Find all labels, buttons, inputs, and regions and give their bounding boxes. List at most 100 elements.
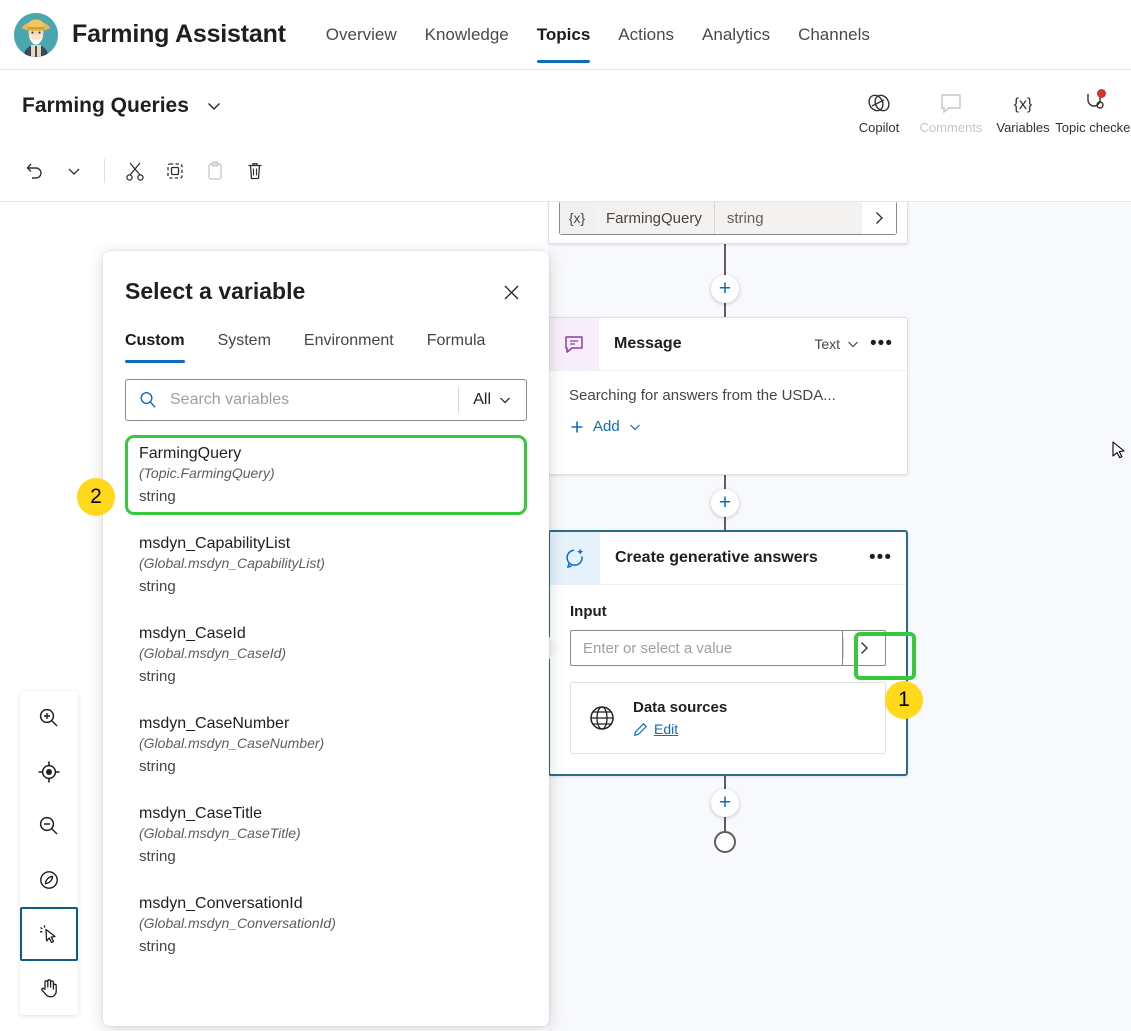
copilot-button[interactable]: Copilot (843, 89, 915, 135)
nav-item-topics[interactable]: Topics (523, 0, 605, 70)
nav-item-actions[interactable]: Actions (604, 0, 688, 70)
variable-type: string (139, 668, 513, 685)
reset-zoom-button[interactable] (20, 853, 78, 907)
variable-type: string (139, 938, 513, 955)
copilot-icon (866, 89, 892, 115)
variables-button[interactable]: {x} Variables (987, 89, 1059, 135)
topic-checker-label: Topic checker (1055, 120, 1131, 135)
data-sources-text: Data sources Edit (633, 699, 727, 737)
message-node[interactable]: Message Text ••• Searching for answers f… (548, 317, 908, 475)
trigger-node[interactable]: {x} FarmingQuery string (548, 202, 908, 244)
data-sources-edit-link[interactable]: Edit (633, 721, 727, 737)
variable-token-icon: {x} (560, 202, 594, 234)
panel-title: Select a variable (125, 278, 305, 305)
canvas-zoom-toolbar (20, 691, 78, 1015)
variable-name: msdyn_CaseId (139, 625, 513, 643)
variable-name: FarmingQuery (139, 445, 513, 463)
pan-tool-button[interactable] (20, 961, 78, 1015)
variable-path: (Topic.FarmingQuery) (139, 465, 513, 481)
main-nav: Overview Knowledge Topics Actions Analyt… (312, 0, 884, 70)
end-circle-icon (714, 831, 736, 853)
variable-item-casenumber[interactable]: msdyn_CaseNumber (Global.msdyn_CaseNumbe… (125, 705, 527, 785)
input-label: Input (570, 603, 886, 620)
chip-spacer (778, 202, 862, 234)
comments-button[interactable]: Comments (915, 89, 987, 135)
trigger-variable-chip[interactable]: {x} FarmingQuery string (559, 202, 897, 235)
fit-to-view-button[interactable] (20, 745, 78, 799)
data-sources-card[interactable]: Data sources Edit (570, 682, 886, 754)
generative-node-header-actions: ••• (869, 553, 906, 563)
copilot-label: Copilot (859, 120, 899, 135)
svg-text:{x}: {x} (1014, 96, 1033, 113)
tab-formula[interactable]: Formula (427, 332, 504, 363)
variable-item-casetitle[interactable]: msdyn_CaseTitle (Global.msdyn_CaseTitle)… (125, 795, 527, 875)
nav-item-knowledge[interactable]: Knowledge (411, 0, 523, 70)
message-add-button[interactable]: Add (569, 418, 887, 435)
add-node-button-2[interactable]: + (711, 489, 739, 517)
cut-button[interactable] (115, 151, 155, 191)
undo-dropdown-button[interactable] (54, 151, 94, 191)
topic-checker-icon (1082, 89, 1108, 115)
search-variables-container: All (125, 379, 527, 421)
variable-item-capabilitylist[interactable]: msdyn_CapabilityList (Global.msdyn_Capab… (125, 525, 527, 605)
message-text[interactable]: Searching for answers from the USDA... (569, 387, 887, 404)
close-icon[interactable] (497, 278, 525, 306)
variable-type: string (139, 488, 513, 505)
topic-checker-button[interactable]: Topic checker (1059, 89, 1131, 135)
zoom-out-button[interactable] (20, 799, 78, 853)
topic-dropdown-chevron-down-icon[interactable] (201, 93, 227, 119)
variable-item-conversationid[interactable]: msdyn_ConversationId (Global.msdyn_Conve… (125, 885, 527, 965)
variable-type: string (139, 848, 513, 865)
message-format-label: Text (814, 336, 840, 352)
input-value-field[interactable]: Enter or select a value (570, 630, 842, 666)
message-bubble-icon (549, 318, 599, 371)
create-generative-answers-node[interactable]: Create generative answers ••• Input Ente… (548, 530, 908, 776)
copy-button[interactable] (155, 151, 195, 191)
page-title: Farming Queries (22, 94, 189, 118)
generative-node-title: Create generative answers (615, 549, 818, 567)
app-header: Farming Assistant Overview Knowledge Top… (0, 0, 1131, 70)
nav-item-overview[interactable]: Overview (312, 0, 411, 70)
add-node-button-3[interactable]: + (711, 789, 739, 817)
delete-button[interactable] (235, 151, 275, 191)
filter-label: All (473, 391, 491, 409)
globe-icon (587, 703, 617, 733)
variable-path: (Global.msdyn_CaseNumber) (139, 735, 513, 751)
variable-name: msdyn_CaseTitle (139, 805, 513, 823)
search-input[interactable] (170, 391, 458, 409)
filter-dropdown[interactable]: All (458, 387, 526, 413)
tab-custom[interactable]: Custom (125, 332, 203, 363)
message-more-options-ellipsis-icon[interactable]: ••• (870, 339, 893, 349)
select-tool-button[interactable] (20, 907, 78, 961)
zoom-in-icon (37, 706, 61, 730)
reset-circle-icon (37, 868, 61, 892)
nav-item-analytics[interactable]: Analytics (688, 0, 784, 70)
annotation-badge-2: 2 (77, 478, 115, 516)
generative-answers-icon (550, 532, 600, 585)
scissors-icon (124, 160, 146, 182)
topic-subheader: Farming Queries Copilot (0, 70, 1131, 141)
plus-icon (569, 419, 585, 435)
generative-more-options-ellipsis-icon[interactable]: ••• (869, 553, 892, 563)
message-add-label: Add (593, 418, 620, 435)
chevron-down-icon (66, 163, 82, 179)
zoom-in-button[interactable] (20, 691, 78, 745)
variable-path: (Global.msdyn_CaseTitle) (139, 825, 513, 841)
message-format-dropdown[interactable]: Text (814, 336, 860, 352)
variable-item-caseid[interactable]: msdyn_CaseId (Global.msdyn_CaseId) strin… (125, 615, 527, 695)
paste-button[interactable] (195, 151, 235, 191)
tab-environment[interactable]: Environment (304, 332, 412, 363)
variable-item-farmingquery[interactable]: FarmingQuery (Topic.FarmingQuery) string (125, 435, 527, 515)
input-expand-chevron-right-icon[interactable] (842, 630, 886, 666)
variable-name: msdyn_CapabilityList (139, 535, 513, 553)
nav-item-channels[interactable]: Channels (784, 0, 884, 70)
trigger-expand-chevron-right-icon[interactable] (862, 202, 896, 234)
chevron-down-icon (628, 420, 642, 434)
tab-system[interactable]: System (218, 332, 289, 363)
variable-path: (Global.msdyn_CapabilityList) (139, 555, 513, 571)
add-node-button-1[interactable]: + (711, 275, 739, 303)
trash-icon (244, 160, 266, 182)
hand-pan-icon (37, 976, 61, 1000)
pencil-icon (633, 722, 648, 737)
undo-button[interactable] (14, 151, 54, 191)
